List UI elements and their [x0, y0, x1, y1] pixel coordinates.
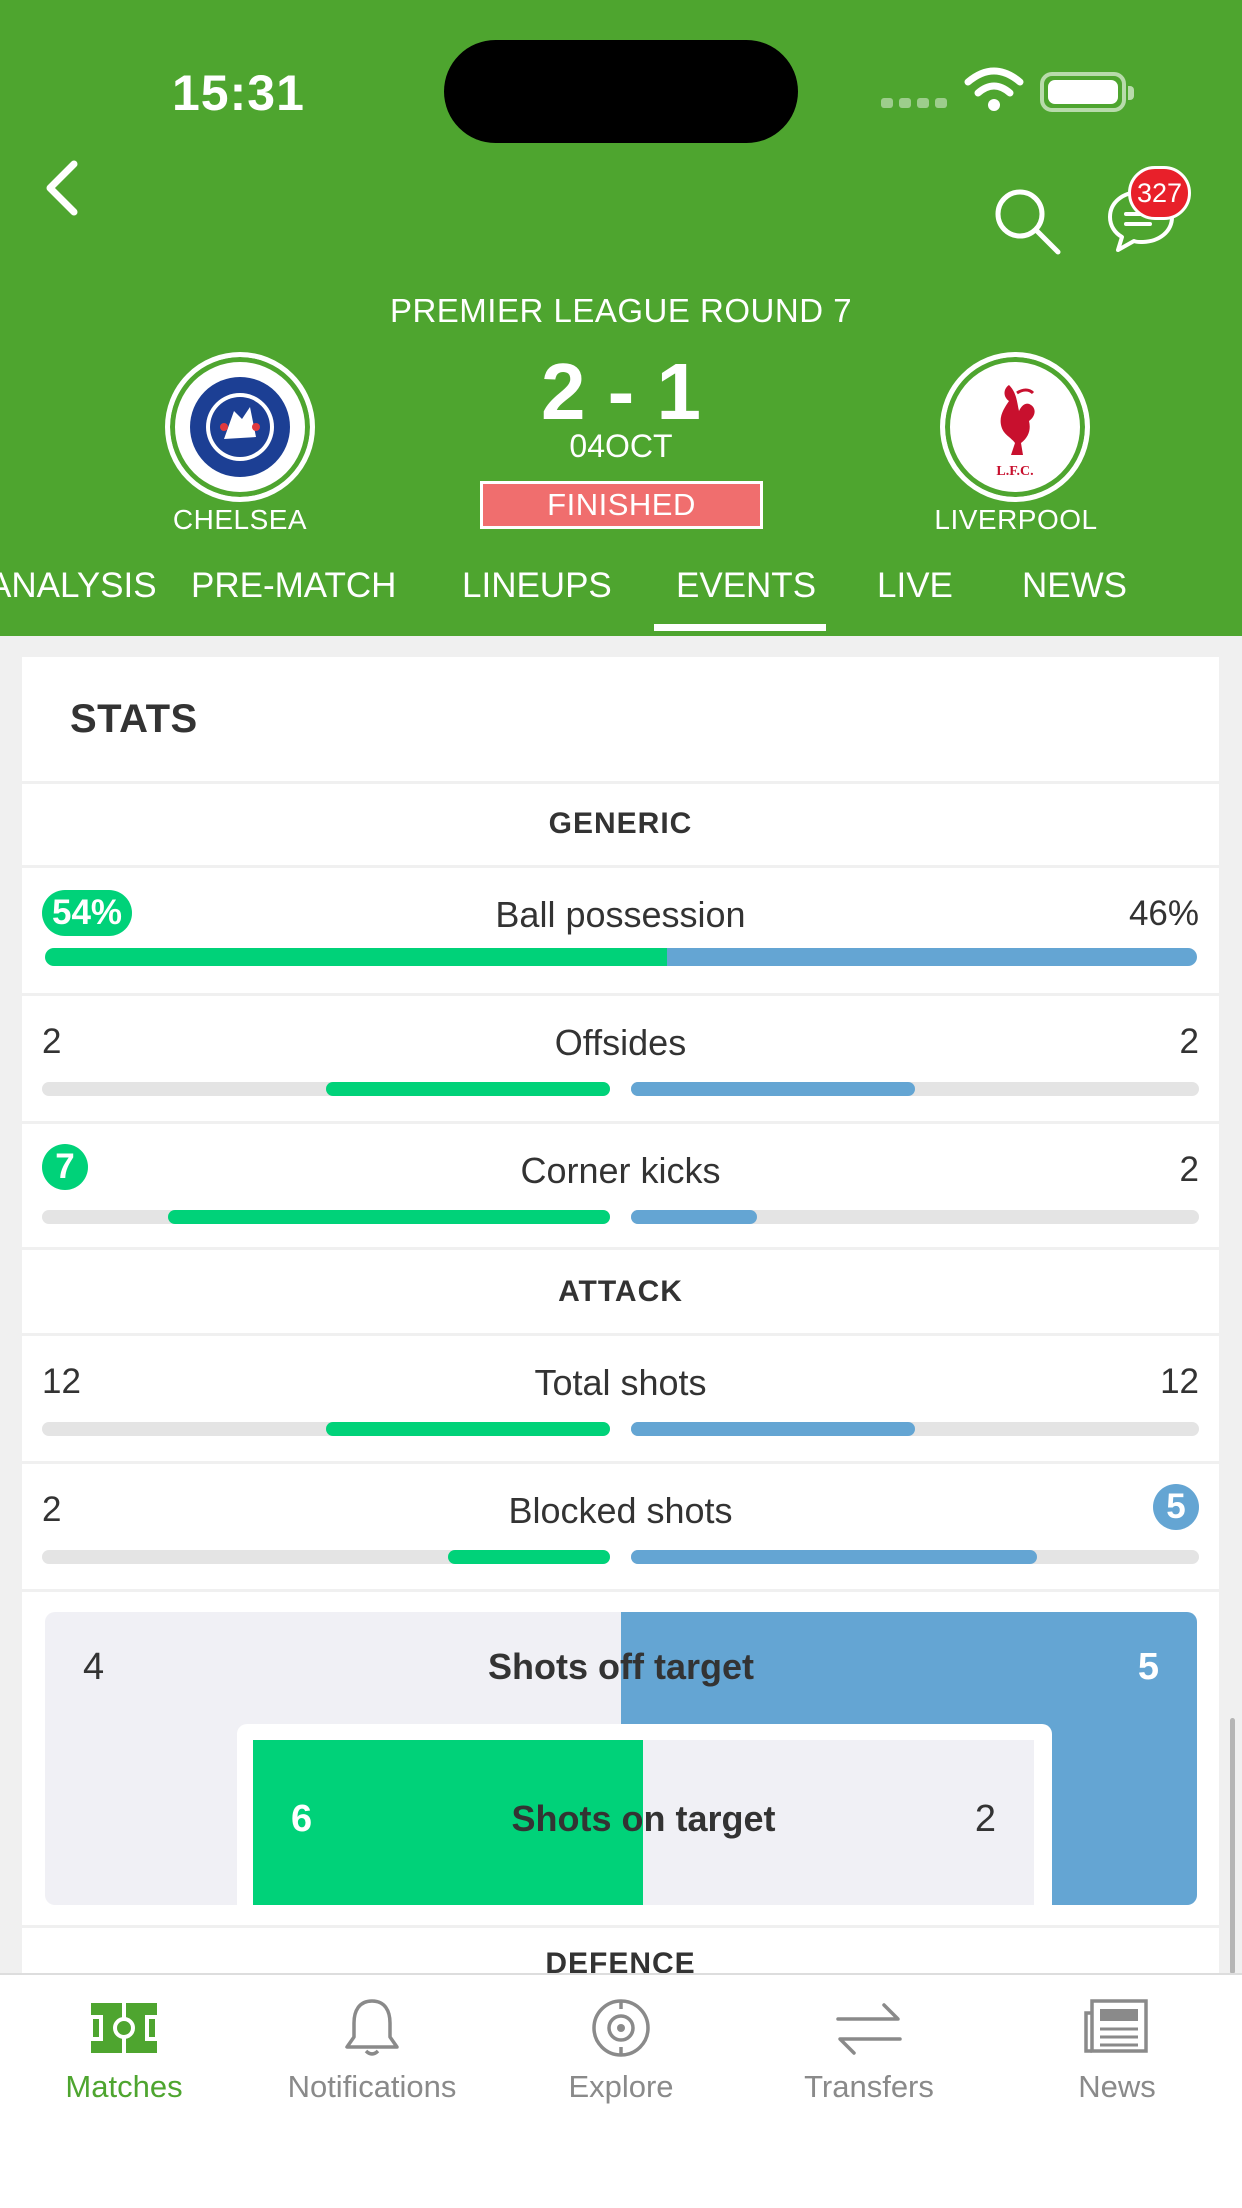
shots-on-target-goal: 6 Shots on target 2 — [253, 1740, 1034, 1905]
stats-card: STATS GENERIC 54% Ball possession 46% 2 … — [22, 657, 1219, 1975]
away-bar — [631, 1210, 757, 1224]
nav-explore[interactable]: Explore — [497, 1975, 745, 2135]
status-time: 15:31 — [172, 65, 305, 121]
match-header: 15:31 327 PREMIER LEAGUE ROUND 7 CHELSEA… — [0, 0, 1242, 636]
stat-row-total-shots: 12 Total shots 12 — [22, 1336, 1219, 1463]
shots-on-target-away: 2 — [974, 1798, 996, 1840]
away-bar — [631, 1550, 1037, 1564]
newspaper-icon — [1084, 1999, 1148, 2053]
stat-row-blocked-shots: 2 Blocked shots 5 — [22, 1464, 1219, 1591]
section-defence: DEFENCE — [545, 1947, 696, 1975]
possession-bar-away — [667, 948, 1197, 966]
tab-events[interactable]: EVENTS — [676, 566, 816, 606]
active-tab-indicator — [654, 624, 826, 631]
away-team-name: LIVERPOOL — [934, 504, 1098, 535]
bottom-navigation: Matches Notifications Explore Transfers — [0, 1973, 1242, 2208]
scrollbar[interactable] — [1230, 1718, 1235, 1974]
divider — [22, 1589, 1219, 1592]
away-team-crest[interactable]: L.F.C. — [940, 352, 1090, 502]
stat-label: Ball possession — [495, 894, 746, 935]
tab-pre-match[interactable]: PRE-MATCH — [191, 566, 396, 606]
bell-icon — [345, 1999, 399, 2056]
tab-live[interactable]: LIVE — [877, 566, 953, 606]
stat-row-offsides: 2 Offsides 2 — [22, 996, 1219, 1123]
stat-label: Offsides — [554, 1022, 687, 1063]
nav-news[interactable]: News — [993, 1975, 1241, 2135]
divider — [22, 1247, 1219, 1250]
nav-label: Transfers — [804, 2069, 934, 2104]
wifi-icon — [964, 67, 1024, 111]
nav-matches[interactable]: Matches — [0, 1975, 248, 2135]
stat-label: Total shots — [534, 1362, 707, 1403]
shots-off-target-away: 5 — [1137, 1646, 1159, 1688]
stats-title: STATS — [70, 697, 198, 741]
dynamic-island — [444, 40, 798, 143]
nav-label: Explore — [568, 2069, 674, 2104]
home-bar — [326, 1082, 610, 1096]
search-icon[interactable] — [990, 184, 1062, 256]
back-chevron-icon[interactable] — [38, 158, 88, 218]
section-generic: GENERIC — [548, 807, 693, 840]
svg-text:L.F.C.: L.F.C. — [996, 464, 1033, 479]
home-bar — [448, 1550, 610, 1564]
nav-label: Matches — [65, 2069, 183, 2104]
stat-row-ball-possession: 54% Ball possession 46% — [22, 868, 1219, 995]
match-date: 04OCT — [569, 428, 673, 464]
away-bar — [631, 1082, 915, 1096]
nav-notifications[interactable]: Notifications — [248, 1975, 496, 2135]
home-team-crest[interactable] — [165, 352, 315, 502]
away-value-pill: 5 — [1153, 1484, 1199, 1530]
away-value: 2 — [1179, 1022, 1199, 1061]
league-round: PREMIER LEAGUE ROUND 7 — [389, 292, 853, 329]
away-value: 46% — [1128, 894, 1199, 933]
tab-analysis[interactable]: ANALYSIS — [0, 566, 157, 606]
tab-lineups[interactable]: LINEUPS — [462, 566, 612, 606]
match-tabs: ANALYSIS PRE-MATCH LINEUPS EVENTS LIVE N… — [0, 560, 1242, 636]
section-attack: ATTACK — [558, 1275, 683, 1308]
nav-label: Notifications — [287, 2069, 457, 2104]
away-value: 12 — [1160, 1362, 1199, 1401]
shots-on-target-label: Shots on target — [511, 1798, 776, 1839]
stat-label: Corner kicks — [520, 1150, 721, 1191]
compass-icon — [592, 1999, 650, 2057]
shots-off-target-label: Shots off target — [488, 1646, 754, 1687]
divider — [22, 1925, 1219, 1928]
home-bar — [326, 1422, 610, 1436]
away-value: 2 — [1179, 1150, 1199, 1189]
away-bar — [631, 1422, 915, 1436]
stat-label: Blocked shots — [508, 1490, 733, 1531]
match-status-badge: FINISHED — [480, 481, 763, 529]
possession-bar-home — [45, 948, 667, 966]
away-value: 5 — [1153, 1484, 1199, 1530]
nav-label: News — [1078, 2069, 1156, 2104]
battery-icon — [1040, 72, 1134, 112]
match-score: 2 - 1 — [540, 347, 702, 436]
shots-target-graphic: 4 Shots off target 5 6 Shots on target 2 — [45, 1612, 1197, 1905]
tab-news[interactable]: NEWS — [1022, 566, 1127, 606]
divider — [22, 781, 1219, 784]
nav-transfers[interactable]: Transfers — [745, 1975, 993, 2135]
transfer-arrows-icon — [836, 2003, 902, 2055]
chelsea-crest-icon — [190, 377, 290, 477]
cellular-signal-icon — [881, 98, 947, 108]
home-bar — [168, 1210, 610, 1224]
pitch-icon — [89, 2003, 159, 2053]
home-team-name: CHELSEA — [172, 504, 308, 535]
chat-badge: 327 — [1128, 166, 1192, 220]
stat-row-corner-kicks: 7 Corner kicks 2 — [22, 1124, 1219, 1251]
liverpool-liverbird-icon: L.F.C. — [996, 385, 1035, 479]
